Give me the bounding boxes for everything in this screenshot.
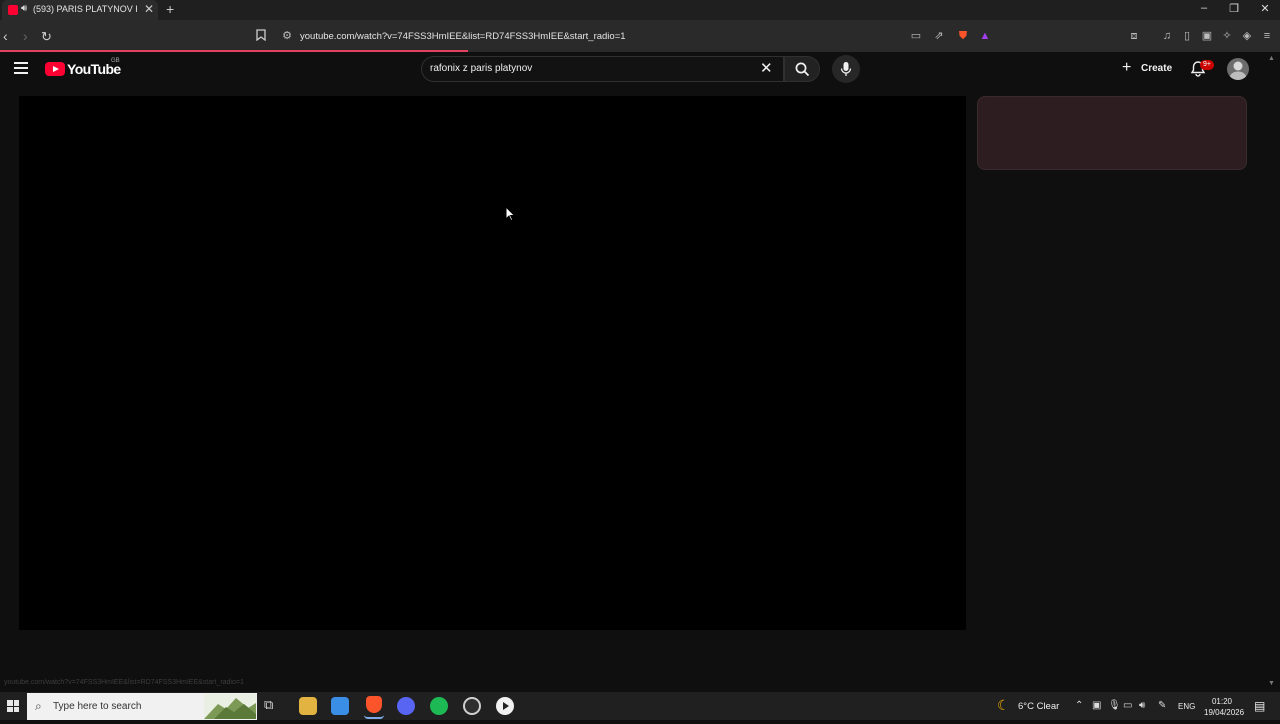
- weather-text[interactable]: 6°C Clear: [1018, 701, 1059, 712]
- discord-icon[interactable]: [397, 697, 415, 715]
- wallet-icon[interactable]: ▣: [1200, 29, 1214, 43]
- moon-icon[interactable]: ☾: [997, 697, 1010, 714]
- tab-close-icon[interactable]: ✕: [144, 2, 154, 16]
- status-bar-url: youtube.com/watch?v=74FSS3HmIEE&list=RD7…: [4, 679, 244, 686]
- media-icon[interactable]: ♫: [1160, 29, 1174, 43]
- search-button[interactable]: [784, 56, 820, 82]
- mouse-cursor-icon: [505, 205, 516, 226]
- forward-icon[interactable]: ›: [23, 28, 28, 44]
- sidebar-icon[interactable]: ▯: [1180, 29, 1194, 43]
- share-icon[interactable]: ⇗: [932, 29, 946, 43]
- media-player-icon[interactable]: [496, 697, 514, 715]
- page-load-progress: [0, 50, 468, 52]
- notification-center-icon[interactable]: ▤: [1254, 699, 1265, 713]
- search-icon: ⌕: [35, 699, 42, 713]
- reload-icon[interactable]: ↻: [41, 29, 52, 45]
- search-query-text[interactable]: rafonix z paris platynov: [430, 63, 532, 74]
- browser-title-bar: [0, 0, 1280, 20]
- video-player[interactable]: [19, 96, 966, 630]
- search-clear-icon[interactable]: ✕: [760, 59, 773, 77]
- clock[interactable]: 01:20 19/04/2026: [1204, 696, 1245, 718]
- leo-ai-icon[interactable]: ✧: [1220, 29, 1234, 43]
- file-explorer-icon[interactable]: [299, 697, 317, 715]
- avatar[interactable]: [1227, 58, 1249, 80]
- vpn-icon[interactable]: ◈: [1240, 29, 1254, 43]
- clock-time: 01:20: [1211, 697, 1233, 706]
- youtube-favicon-icon: [8, 5, 18, 15]
- back-icon[interactable]: ‹: [3, 28, 8, 44]
- obs-icon[interactable]: [463, 697, 481, 715]
- pen-icon[interactable]: ✎: [1158, 700, 1166, 711]
- mic-icon[interactable]: 🎙︎: [1108, 700, 1121, 711]
- scroll-down-arrow[interactable]: ▼: [1268, 680, 1275, 687]
- voice-search-button[interactable]: [832, 55, 860, 83]
- browser-tab[interactable]: 🔊︎ (593) PARIS PLATYNOV HOTEL ✕: [2, 0, 158, 20]
- windows-start-icon[interactable]: [7, 700, 19, 712]
- window-close-button[interactable]: ✕: [1255, 2, 1275, 15]
- new-tab-button[interactable]: +: [166, 1, 174, 17]
- hamburger-menu-icon[interactable]: [14, 62, 28, 77]
- create-label: Create: [1141, 63, 1173, 74]
- task-view-icon[interactable]: ⧉: [264, 697, 282, 715]
- restore-button[interactable]: ❐: [1224, 2, 1244, 15]
- brave-shields-icon[interactable]: ⛊: [956, 29, 970, 43]
- brave-rewards-icon[interactable]: ▲: [978, 29, 992, 43]
- chevron-up-icon[interactable]: ⌃: [1075, 700, 1083, 711]
- sidebar-placeholder-card: [977, 96, 1247, 170]
- search-highlight-image: [204, 694, 256, 719]
- browser-toolbar: [0, 20, 1280, 52]
- language-indicator[interactable]: ENG: [1178, 702, 1195, 711]
- tab-audio-icon[interactable]: 🔊︎: [21, 3, 27, 14]
- search-icon: [795, 62, 810, 77]
- youtube-logo-icon[interactable]: [45, 62, 65, 76]
- cast-icon[interactable]: ▭: [909, 29, 923, 43]
- clock-date: 19/04/2026: [1204, 708, 1245, 717]
- microsoft-store-icon[interactable]: [331, 697, 349, 715]
- notification-badge: 9+: [1200, 60, 1214, 70]
- meet-now-icon[interactable]: ▣: [1092, 700, 1101, 711]
- browser-menu-icon[interactable]: ≡: [1260, 29, 1274, 43]
- brave-icon[interactable]: [364, 695, 384, 719]
- screenshot-icon[interactable]: ⧈: [1127, 29, 1141, 43]
- address-bar[interactable]: youtube.com/watch?v=74FSS3HmIEE&list=RD7…: [300, 31, 626, 42]
- scroll-up-arrow[interactable]: ▲: [1268, 55, 1275, 62]
- wifi-icon[interactable]: ▭: [1123, 700, 1132, 711]
- bookmark-icon[interactable]: [254, 29, 268, 43]
- volume-icon[interactable]: 🔊︎: [1139, 700, 1145, 711]
- tab-title: (593) PARIS PLATYNOV HOTEL: [33, 4, 137, 14]
- spotify-icon[interactable]: [430, 697, 448, 715]
- minimize-button[interactable]: –: [1194, 2, 1214, 14]
- site-info-icon[interactable]: ⚙︎: [280, 29, 294, 43]
- country-code: GB: [111, 58, 120, 64]
- plus-icon: +: [1122, 59, 1132, 76]
- mic-icon: [840, 62, 852, 76]
- taskbar-search-placeholder[interactable]: Type here to search: [53, 701, 141, 712]
